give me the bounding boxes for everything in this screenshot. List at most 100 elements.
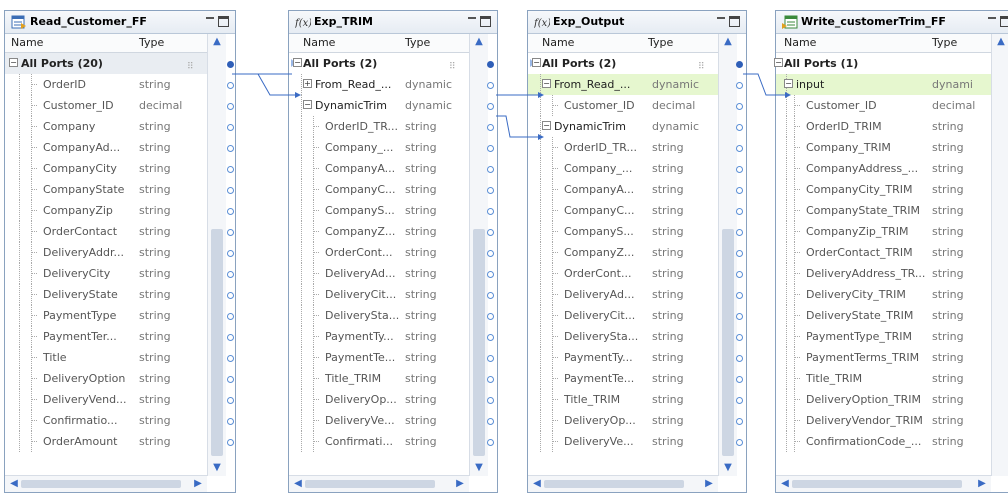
port-row[interactable]: PaymentTy... string (289, 326, 469, 347)
maximize-icon[interactable] (218, 16, 229, 27)
scroll-thumb[interactable] (792, 480, 962, 488)
port-row[interactable]: CompanyZip string (5, 200, 207, 221)
port-row[interactable]: DeliveryCity_TRIM string (776, 284, 991, 305)
root-output-port-icon[interactable] (736, 61, 743, 68)
port-row[interactable]: CompanyZip_TRIM string (776, 221, 991, 242)
output-port-icon[interactable] (227, 208, 234, 215)
output-port-icon[interactable] (487, 208, 494, 215)
output-port-icon[interactable] (227, 145, 234, 152)
output-port-icon[interactable] (487, 313, 494, 320)
output-port-icon[interactable] (736, 376, 743, 383)
minimize-icon[interactable] (986, 15, 998, 27)
vertical-scrollbar[interactable]: ▲ ▼ (718, 34, 737, 476)
scroll-thumb[interactable] (211, 229, 223, 456)
port-row[interactable]: DeliveryAd... string (528, 284, 718, 305)
port-row[interactable]: CompanyS... string (528, 221, 718, 242)
port-row[interactable]: CompanyZ... string (528, 242, 718, 263)
horizontal-scrollbar[interactable]: ◀ ▶ (289, 475, 469, 492)
output-port-icon[interactable] (736, 271, 743, 278)
scroll-thumb[interactable] (305, 480, 435, 488)
collapse-icon[interactable]: − (303, 100, 312, 109)
all-ports-row[interactable]: − ⠿ All Ports (2) (289, 53, 469, 74)
scroll-thumb[interactable] (722, 229, 734, 456)
port-row[interactable]: ConfirmationCode_... string (776, 431, 991, 452)
port-row[interactable]: Customer_ID decimal (528, 95, 718, 116)
port-group-row[interactable]: − DynamicTrim dynamic (528, 116, 718, 137)
scroll-left-icon[interactable]: ◀ (532, 478, 542, 490)
port-row[interactable]: Company_... string (289, 137, 469, 158)
output-port-icon[interactable] (736, 208, 743, 215)
port-row[interactable]: CompanyS... string (289, 200, 469, 221)
write-customertrim-ff-panel[interactable]: Write_customerTrim_FF Name Type − All Por… (774, 10, 1008, 493)
port-row[interactable]: DeliveryOption_TRIM string (776, 389, 991, 410)
output-port-icon[interactable] (487, 145, 494, 152)
collapse-icon[interactable]: − (774, 58, 783, 67)
maximize-icon[interactable] (729, 16, 740, 27)
port-row[interactable]: Customer_ID decimal (5, 95, 207, 116)
output-port-icon[interactable] (227, 271, 234, 278)
output-port-icon[interactable] (487, 271, 494, 278)
port-row[interactable]: OrderContact string (5, 221, 207, 242)
port-row[interactable]: PaymentTerms_TRIM string (776, 347, 991, 368)
port-row[interactable]: DeliveryOp... string (528, 410, 718, 431)
scroll-thumb[interactable] (544, 480, 684, 488)
output-port-icon[interactable] (736, 166, 743, 173)
scroll-right-icon[interactable]: ▶ (455, 478, 465, 490)
port-row[interactable]: Title_TRIM string (289, 368, 469, 389)
port-row[interactable]: DeliveryCit... string (289, 284, 469, 305)
output-port-icon[interactable] (736, 418, 743, 425)
collapse-icon[interactable]: − (542, 79, 551, 88)
output-port-icon[interactable] (736, 292, 743, 299)
output-port-icon[interactable] (736, 250, 743, 257)
output-port-icon[interactable] (487, 376, 494, 383)
exp-trim-panel[interactable]: f(x) Exp_TRIM Name Type − ⠿ All Ports (2) +… (288, 10, 498, 493)
port-row[interactable]: OrderID string (5, 74, 207, 95)
collapse-icon[interactable]: − (532, 58, 541, 67)
output-port-icon[interactable] (227, 250, 234, 257)
collapse-icon[interactable]: − (9, 58, 18, 67)
vertical-scrollbar[interactable]: ▲ ▼ (207, 34, 226, 476)
horizontal-scrollbar[interactable]: ◀ ▶ (528, 475, 718, 492)
output-port-icon[interactable] (736, 103, 743, 110)
port-row[interactable]: PaymentTer... string (5, 326, 207, 347)
port-row[interactable]: OrderCont... string (528, 263, 718, 284)
exp-output-panel[interactable]: f(x) Exp_Output Name Type − ⠿ All Ports (2… (527, 10, 747, 493)
output-port-icon[interactable] (227, 334, 234, 341)
scroll-up-icon[interactable]: ▲ (723, 37, 733, 47)
read-customer-ff-panel[interactable]: Read_Customer_FF Name Type − ⠿ All Ports (… (4, 10, 236, 493)
port-row[interactable]: CompanyZ... string (289, 221, 469, 242)
output-port-icon[interactable] (227, 82, 234, 89)
output-port-icon[interactable] (487, 82, 494, 89)
expand-icon[interactable]: + (303, 79, 312, 88)
collapse-icon[interactable]: − (784, 79, 793, 88)
output-port-icon[interactable] (487, 292, 494, 299)
horizontal-scrollbar[interactable]: ◀ ▶ (776, 475, 991, 492)
scroll-right-icon[interactable]: ▶ (977, 478, 987, 490)
port-row[interactable]: Customer_ID decimal (776, 95, 991, 116)
panel-title-bar[interactable]: Write_customerTrim_FF (776, 11, 1008, 34)
root-output-port-icon[interactable] (227, 61, 234, 68)
output-port-icon[interactable] (227, 166, 234, 173)
output-port-icon[interactable] (736, 82, 743, 89)
root-output-port-icon[interactable] (487, 61, 494, 68)
port-row[interactable]: Title string (5, 347, 207, 368)
port-row[interactable]: PaymentTe... string (528, 368, 718, 389)
scroll-thumb[interactable] (473, 229, 485, 456)
port-row[interactable]: DeliveryVendor_TRIM string (776, 410, 991, 431)
port-row[interactable]: OrderID_TR... string (289, 116, 469, 137)
port-row[interactable]: CompanyA... string (289, 158, 469, 179)
port-row[interactable]: DeliveryState_TRIM string (776, 305, 991, 326)
port-row[interactable]: Confirmatio... string (5, 410, 207, 431)
port-row[interactable]: CompanyAddress_... string (776, 158, 991, 179)
output-port-icon[interactable] (736, 355, 743, 362)
port-row[interactable]: DeliveryState string (5, 284, 207, 305)
output-port-icon[interactable] (227, 418, 234, 425)
panel-title-bar[interactable]: f(x) Exp_TRIM (289, 11, 497, 34)
port-row[interactable]: CompanyState string (5, 179, 207, 200)
all-ports-row[interactable]: − ⠿ All Ports (20) (5, 53, 207, 74)
panel-title-bar[interactable]: Read_Customer_FF (5, 11, 235, 34)
output-port-icon[interactable] (227, 292, 234, 299)
port-row[interactable]: Company_TRIM string (776, 137, 991, 158)
vertical-scrollbar[interactable]: ▲ ▼ (469, 34, 488, 476)
port-row[interactable]: CompanyCity string (5, 158, 207, 179)
